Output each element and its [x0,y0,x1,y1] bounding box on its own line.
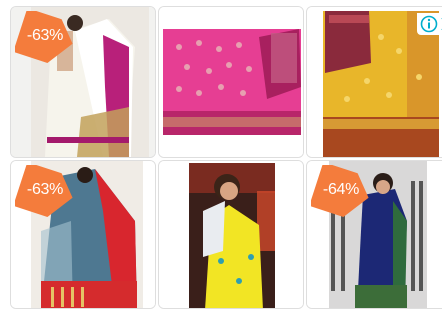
discount-label: -63% [26,181,64,198]
adchoices[interactable] [417,13,442,35]
product-image[interactable] [159,161,304,309]
discount-badge: -63% [15,11,75,65]
product-image[interactable] [159,7,304,158]
discount-label: -63% [26,27,64,44]
product-card[interactable] [306,6,442,158]
info-icon[interactable] [420,15,438,33]
discount-label: -64% [322,181,360,198]
product-card[interactable] [158,160,304,309]
product-card[interactable]: -63% [10,160,156,309]
discount-badge: -64% [311,165,371,219]
product-grid: -63% -63% -64% [0,0,442,309]
product-card[interactable]: -63% [10,6,156,158]
product-card[interactable]: -64% [306,160,442,309]
discount-badge: -63% [15,165,75,219]
product-card[interactable] [158,6,304,158]
